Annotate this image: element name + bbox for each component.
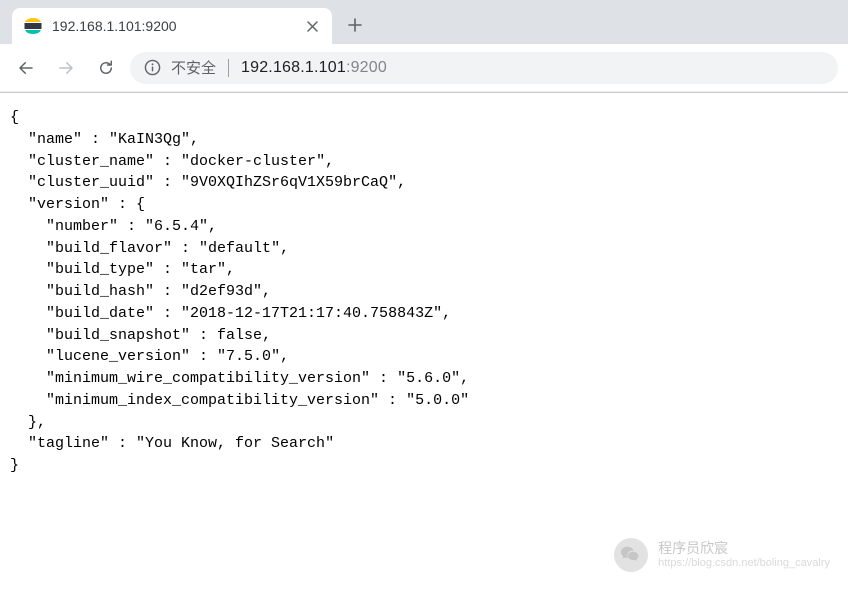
browser-chrome: 192.168.1.101:9200 不安全 192.168.1.101:920…: [0, 0, 848, 93]
toolbar: 不安全 192.168.1.101:9200: [0, 44, 848, 92]
divider: [228, 59, 229, 77]
security-label: 不安全: [171, 57, 216, 78]
tab-title: 192.168.1.101:9200: [52, 18, 294, 34]
elasticsearch-favicon: [24, 17, 42, 35]
reload-button[interactable]: [90, 52, 122, 84]
watermark-name: 程序员欣宸: [658, 540, 830, 557]
wechat-icon: [614, 538, 648, 572]
watermark-url: https://blog.csdn.net/boling_cavalry: [658, 557, 830, 570]
back-button[interactable]: [10, 52, 42, 84]
site-info-button[interactable]: [144, 59, 161, 76]
url-display: 192.168.1.101:9200: [241, 59, 387, 77]
close-icon: [307, 21, 318, 32]
browser-tab[interactable]: 192.168.1.101:9200: [12, 8, 332, 44]
info-icon: [144, 59, 161, 76]
response-body: { "name" : "KaIN3Qg", "cluster_name" : "…: [0, 93, 848, 491]
url-host: 192.168.1.101: [241, 59, 346, 76]
forward-button[interactable]: [50, 52, 82, 84]
arrow-left-icon: [17, 59, 35, 77]
plus-icon: [348, 18, 362, 32]
url-port: :9200: [346, 59, 387, 76]
reload-icon: [97, 59, 115, 77]
address-bar[interactable]: 不安全 192.168.1.101:9200: [130, 52, 838, 84]
arrow-right-icon: [57, 59, 75, 77]
new-tab-button[interactable]: [340, 10, 370, 40]
watermark: 程序员欣宸 https://blog.csdn.net/boling_caval…: [614, 538, 830, 572]
close-tab-button[interactable]: [304, 18, 320, 34]
tab-strip: 192.168.1.101:9200: [0, 0, 848, 44]
